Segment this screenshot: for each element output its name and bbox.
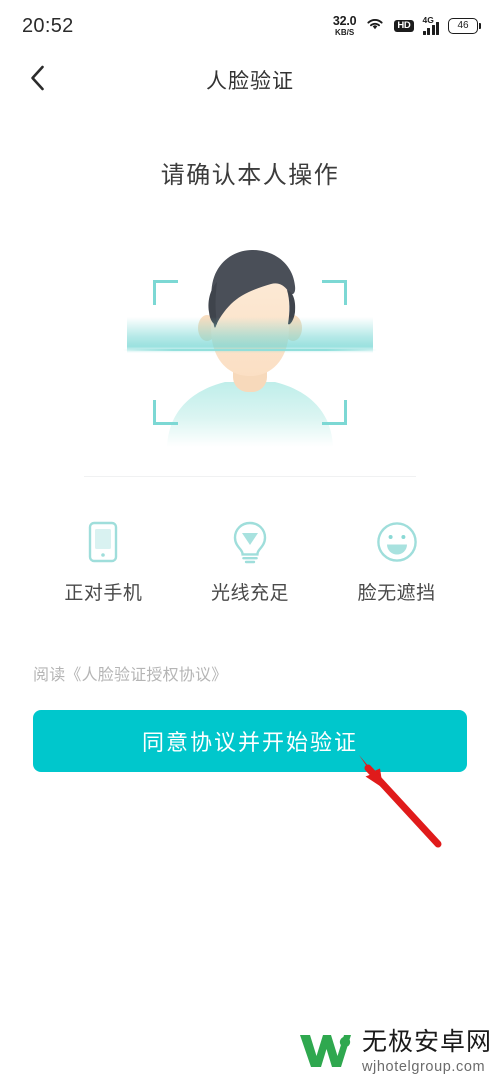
watermark: 无极安卓网 wjhotelgroup.com: [297, 1029, 492, 1076]
smiley-face-icon: [376, 518, 418, 566]
watermark-site-name: 无极安卓网: [361, 1028, 492, 1057]
network-speed-value: 32.0: [332, 14, 357, 29]
signal-strength-icon: 4G: [422, 15, 439, 35]
page-title: 人脸验证: [206, 70, 294, 93]
network-speed-unit: KB/S: [335, 27, 355, 37]
tip-label: 光线充足: [210, 583, 289, 604]
network-speed-indicator: 32.0 KB/S: [333, 15, 357, 37]
network-type-label: 4G: [422, 15, 434, 25]
agree-and-start-verification-button[interactable]: 同意协议并开始验证: [33, 710, 467, 772]
hd-call-badge: HD: [394, 19, 414, 33]
headline-text: 请确认本人操作: [160, 162, 340, 189]
wifi-icon: [365, 16, 385, 37]
battery-icon: 46: [448, 18, 481, 34]
watermark-domain: wjhotelgroup.com: [361, 1059, 486, 1076]
navigation-bar: 人脸验证: [0, 52, 500, 108]
chevron-left-icon: [30, 65, 45, 96]
tip-face-phone: 正对手机: [43, 518, 163, 605]
lightbulb-icon: [231, 518, 269, 566]
status-time: 20:52: [22, 14, 74, 37]
w-logo-icon: [297, 1029, 353, 1076]
face-avatar-illustration: [167, 250, 333, 447]
tip-label: 脸无遮挡: [357, 583, 436, 604]
battery-level-label: 46: [457, 20, 469, 31]
scan-line-overlay: [123, 349, 377, 351]
tip-face-unobstructed: 脸无遮挡: [337, 518, 457, 605]
tips-row: 正对手机 光线充足 脸无遮挡: [0, 518, 500, 605]
status-bar: 20:52 32.0 KB/S HD 4G 46: [0, 0, 500, 52]
status-icons: 32.0 KB/S HD 4G 46: [333, 15, 481, 37]
back-button[interactable]: [18, 61, 56, 99]
face-illustration: [123, 242, 377, 447]
section-divider: [84, 476, 416, 477]
tip-good-lighting: 光线充足: [190, 518, 310, 605]
tip-label: 正对手机: [64, 583, 143, 604]
agreement-link[interactable]: 阅读《人脸验证授权协议》: [33, 661, 227, 685]
watermark-text: 无极安卓网 wjhotelgroup.com: [362, 1030, 492, 1075]
phone-icon: [86, 518, 120, 566]
